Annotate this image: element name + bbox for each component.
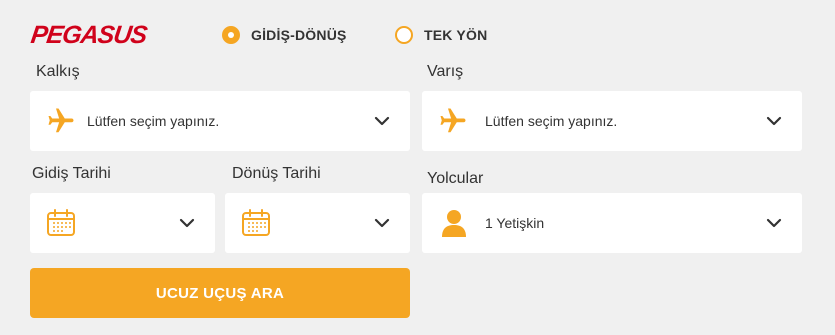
round-trip-label: GİDİŞ-DÖNÜŞ xyxy=(251,27,347,43)
radio-selected-icon xyxy=(222,26,240,44)
round-trip-radio[interactable]: GİDİŞ-DÖNÜŞ xyxy=(222,24,347,46)
passengers-value: 1 Yetişkin xyxy=(485,215,545,231)
radio-unselected-icon xyxy=(395,26,413,44)
passengers-select[interactable]: 1 Yetişkin xyxy=(422,193,802,253)
origin-select[interactable]: Lütfen seçim yapınız. xyxy=(30,91,410,151)
search-flights-button[interactable]: UCUZ UÇUŞ ARA xyxy=(30,268,410,318)
chevron-down-icon xyxy=(766,218,782,228)
destination-placeholder: Lütfen seçim yapınız. xyxy=(485,113,618,129)
departure-date-picker[interactable] xyxy=(30,193,215,253)
chevron-down-icon xyxy=(766,116,782,126)
passengers-label: Yolcular xyxy=(427,170,484,187)
calendar-icon xyxy=(241,208,271,238)
chevron-down-icon xyxy=(374,116,390,126)
destination-select[interactable]: Lütfen seçim yapınız. xyxy=(422,91,802,151)
airplane-icon xyxy=(438,106,468,136)
return-date-label: Dönüş Tarihi xyxy=(232,165,321,182)
airplane-icon xyxy=(46,106,76,136)
one-way-label: TEK YÖN xyxy=(424,27,488,43)
calendar-icon xyxy=(46,208,76,238)
origin-label: Kalkış xyxy=(36,63,80,80)
return-date-picker[interactable] xyxy=(225,193,410,253)
destination-label: Varış xyxy=(427,63,464,80)
chevron-down-icon xyxy=(374,218,390,228)
origin-placeholder: Lütfen seçim yapınız. xyxy=(87,113,220,129)
one-way-radio[interactable]: TEK YÖN xyxy=(395,24,487,46)
chevron-down-icon xyxy=(179,218,195,228)
departure-date-label: Gidiş Tarihi xyxy=(32,165,111,182)
pegasus-logo[interactable]: PEGASUS xyxy=(29,21,148,50)
person-icon xyxy=(440,208,468,238)
